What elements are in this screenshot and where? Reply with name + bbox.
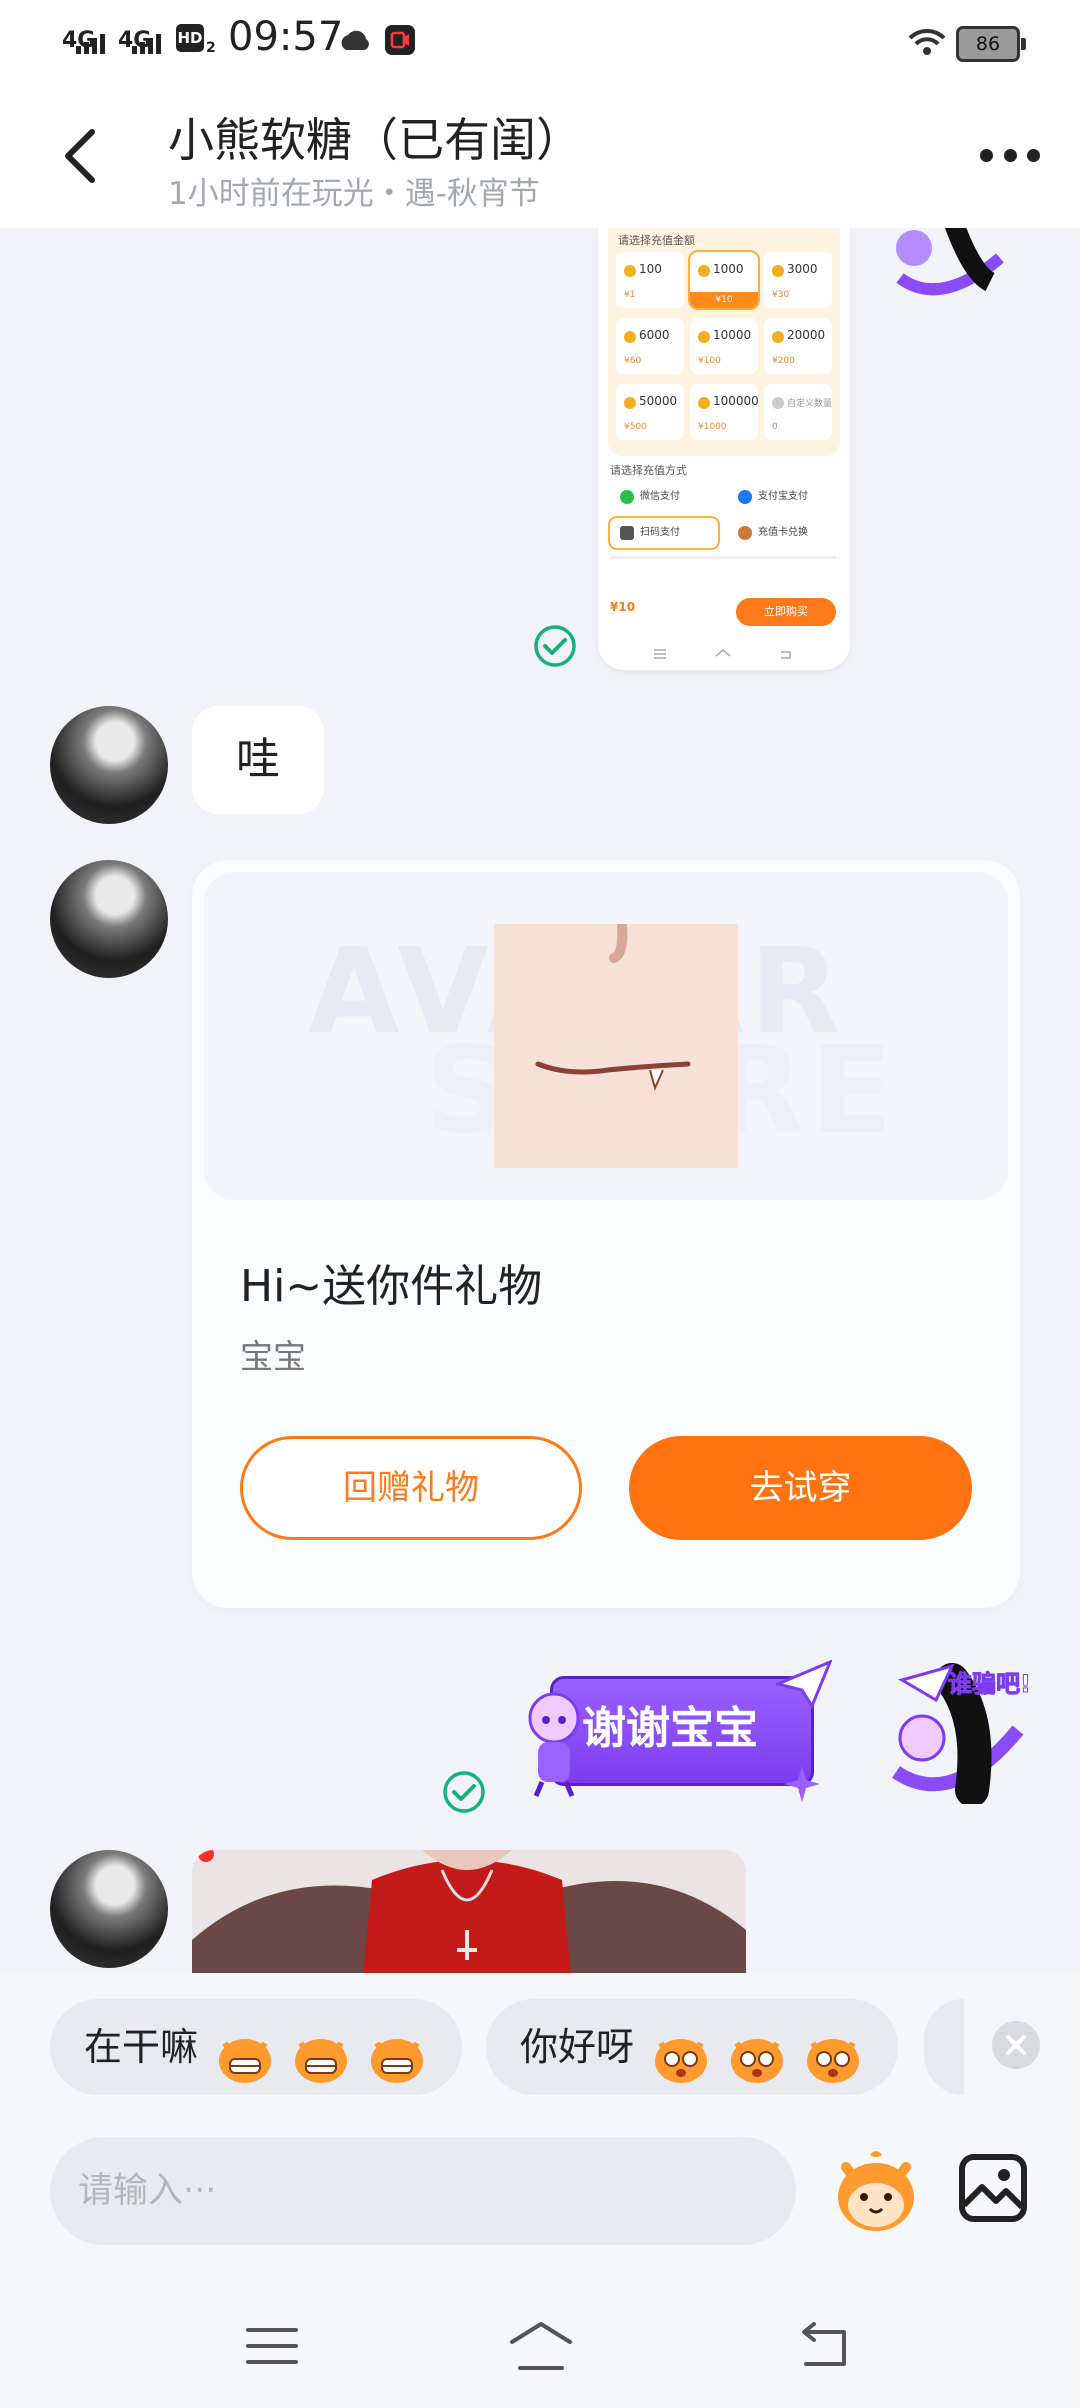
home-nav-icon[interactable] <box>506 2318 576 2374</box>
shot-price: ¥10 <box>610 600 636 614</box>
sticker-character <box>528 1692 580 1797</box>
contact-avatar[interactable] <box>50 1850 168 1968</box>
shot-section-amount: 请选择充值金额 <box>618 234 695 247</box>
cloud-icon <box>341 30 369 50</box>
wifi-icon <box>908 28 946 55</box>
cute-emoji-icon <box>728 2024 786 2083</box>
quick-reply-chip[interactable]: 你好呀 <box>486 1999 898 2095</box>
try-on-button[interactable]: 去试穿 <box>629 1436 972 1540</box>
shot-section-payment: 请选择充值方式 <box>610 464 687 477</box>
my-sticker-avatar[interactable] <box>880 228 1020 310</box>
gift-card[interactable]: AVATAR STORE Hi~送你件礼物 宝宝 回赠礼物 去试穿 <box>192 860 1020 1608</box>
contact-avatar[interactable] <box>50 706 168 824</box>
coin-option: 6000 ¥60 <box>616 318 684 374</box>
contact-avatar[interactable] <box>50 860 168 978</box>
signal-icon-1 <box>76 34 105 54</box>
status-time: 09:57 <box>228 14 344 60</box>
return-gift-button[interactable]: 回赠礼物 <box>240 1436 582 1540</box>
chat-subtitle: 1小时前在玩光・遇-秋宵节 <box>168 176 540 212</box>
pay-option-card: 充值卡兑换 <box>728 518 836 548</box>
quick-reply-chip-partial[interactable] <box>924 1999 964 2095</box>
back-nav-icon[interactable] <box>792 2318 856 2374</box>
message-list[interactable]: 请选择充值金额 100 ¥1 1000 ¥10 3000 ¥30 6000 ¥60 10… <box>0 228 1080 1973</box>
menu-nav-icon[interactable] <box>240 2318 304 2374</box>
message-bubble-text[interactable]: 哇 <box>192 706 324 814</box>
chat-title[interactable]: 小熊软糖（已有闺） <box>168 104 582 170</box>
status-bar: 4G 4G HD 2 09:57 86 <box>0 0 1080 82</box>
more-options-icon[interactable] <box>980 142 1040 168</box>
recharge-screenshot-image[interactable]: 请选择充值金额 100 ¥1 1000 ¥10 3000 ¥30 6000 ¥60 10… <box>598 228 850 670</box>
read-check-icon <box>443 1771 485 1813</box>
cute-emoji-icon <box>652 2024 710 2083</box>
hd-badge: HD <box>176 24 204 52</box>
paper-plane-icon <box>776 1660 832 1710</box>
thanks-sticker[interactable]: 谢谢宝宝 <box>520 1660 838 1808</box>
cute-emoji-icon <box>804 2024 862 2083</box>
chat-header: 小熊软糖（已有闺） 1小时前在玩光・遇-秋宵节 <box>0 82 1080 228</box>
shot-divider <box>610 556 836 559</box>
coin-option: 100 ¥1 <box>616 252 684 308</box>
coin-option: 自定义数量 0 <box>764 384 832 440</box>
hd-sub: 2 <box>206 40 216 56</box>
sticker-avatar-text: 谁骗吧! <box>948 1670 1032 1699</box>
message-input[interactable] <box>50 2137 796 2245</box>
my-sticker-avatar[interactable]: 谁骗吧! <box>882 1660 1031 1804</box>
gift-item-image <box>494 924 738 1168</box>
quick-reply-chip[interactable]: 在干嘛 <box>50 1999 462 2095</box>
close-quick-replies-icon[interactable] <box>992 2021 1040 2069</box>
read-check-icon <box>534 625 576 667</box>
gift-subtitle: 宝宝 <box>240 1337 306 1376</box>
pay-option-alipay: 支付宝支付 <box>728 482 836 512</box>
shot-buy-button: 立即购买 <box>736 598 836 626</box>
back-icon[interactable] <box>58 126 104 186</box>
coin-option: 100000 ¥1000 <box>690 384 759 440</box>
coin-option-selected: 1000 ¥10 <box>688 250 760 310</box>
shot-nav-bar <box>598 640 850 670</box>
message-image[interactable] <box>192 1850 746 1973</box>
screen-record-icon <box>385 25 415 55</box>
coin-option: 10000 ¥100 <box>690 318 758 374</box>
grin-emoji-icon <box>292 2024 350 2083</box>
image-gallery-icon[interactable] <box>958 2153 1028 2223</box>
coin-option: 50000 ¥500 <box>616 384 684 440</box>
coin-option: 3000 ¥30 <box>764 252 832 308</box>
grin-emoji-icon <box>368 2024 426 2083</box>
system-nav-bar <box>0 2284 1080 2408</box>
coin-option: 20000 ¥200 <box>764 318 832 374</box>
signal-icon-2 <box>132 34 161 54</box>
battery-icon: 86 <box>956 26 1026 62</box>
quick-reply-bar: 在干嘛 你好呀 <box>0 1973 1080 2109</box>
grin-emoji-icon <box>216 2024 274 2083</box>
outfit-image <box>192 1850 746 1973</box>
gift-title: Hi~送你件礼物 <box>240 1261 543 1312</box>
input-bar <box>0 2109 1080 2284</box>
pay-option-scan: 扫码支付 <box>608 516 720 550</box>
sparkle-icon <box>784 1766 820 1802</box>
gift-banner: AVATAR STORE <box>204 872 1008 1200</box>
emoji-sticker-icon[interactable] <box>830 2145 922 2237</box>
sticker-text: 谢谢宝宝 <box>582 1703 758 1754</box>
pay-option-wechat: 微信支付 <box>610 482 718 512</box>
